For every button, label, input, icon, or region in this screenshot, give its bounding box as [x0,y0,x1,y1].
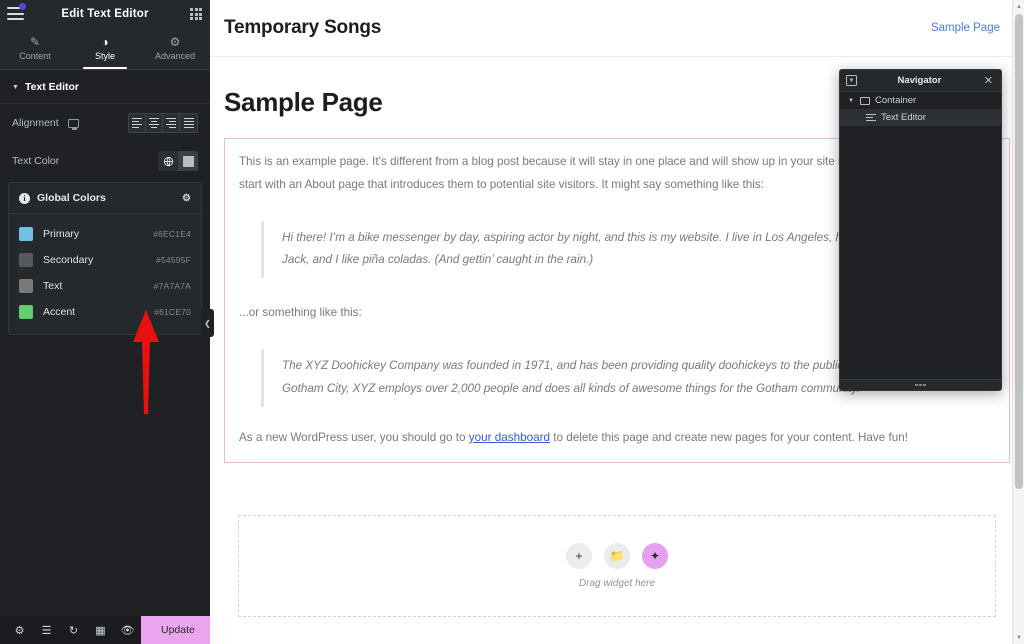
chevron-down-icon[interactable]: ▼ [848,98,855,104]
panel-collapse-button[interactable]: ❮ [201,309,214,337]
globe-icon[interactable] [158,151,178,171]
color-name: Primary [43,228,80,240]
desktop-icon[interactable] [67,118,79,130]
color-hex: #6EC1E4 [153,229,191,239]
gear-icon: ⚙ [169,34,181,49]
navigator-resize-handle[interactable] [840,379,1001,390]
align-right-button[interactable] [163,114,180,132]
color-chip [19,279,33,293]
tab-advanced[interactable]: ⚙ Advanced [140,27,210,69]
ai-sparkle-button[interactable]: ✦ [642,542,668,569]
color-hex: #54595F [156,255,191,265]
tab-style-label: Style [94,50,115,61]
panel-title: Edit Text Editor [61,7,149,20]
nav-item-text-editor-label: Text Editor [881,112,926,123]
settings-icon[interactable]: ⚙ [6,616,33,644]
color-name: Secondary [43,254,94,266]
drag-widget-dropzone[interactable]: + 📁 ✦ Drag widget here [238,514,996,617]
grip-icon [915,383,926,387]
tab-content[interactable]: ✎ Content [0,27,70,69]
grid-icon[interactable] [190,8,202,20]
info-icon[interactable]: i [19,192,30,204]
red-up-arrow-annotation [133,310,159,414]
nav-item-container[interactable]: ▼ Container [840,92,1001,109]
update-button[interactable]: Update [141,616,215,644]
responsive-icon[interactable]: ▦ [87,616,114,644]
color-chip [19,253,33,267]
close-icon[interactable]: ✕ [982,74,995,87]
canvas-scrollbar[interactable]: ▲ ▼ [1012,0,1024,644]
last-paragraph-after: to delete this page and create new pages… [550,430,908,444]
nav-item-text-editor[interactable]: Text Editor [840,109,1001,126]
layers-icon[interactable]: ☰ [33,616,60,644]
text-color-label: Text Color [12,155,60,167]
container-icon [860,96,870,105]
dock-icon[interactable]: ▼ [846,75,857,86]
global-color-secondary[interactable]: Secondary #54595F [9,247,201,273]
color-swatch [182,155,194,167]
history-icon[interactable]: ↻ [60,616,87,644]
last-paragraph-before: As a new WordPress user, you should go t… [239,430,469,444]
dropzone-caption: Drag widget here [578,577,656,589]
folder-icon-button[interactable]: 📁 [604,542,630,569]
section-title: Text Editor [24,81,79,93]
color-button-group [158,151,198,171]
widget-last-paragraph: As a new WordPress user, you should go t… [239,431,995,444]
color-chip [19,227,33,241]
nav-item-container-label: Container [875,95,917,106]
global-color-primary[interactable]: Primary #6EC1E4 [9,221,201,247]
panel-tabs: ✎ Content ◑ Style ⚙ Advanced [0,27,210,70]
global-colors-title: Global Colors [37,192,106,204]
section-text-editor[interactable]: ▼ Text Editor [0,70,210,104]
global-colors-popover: i Global Colors ⚙ Primary #6EC1E4 Second… [8,182,202,335]
navigator-header: ▼ Navigator ✕ [840,70,1001,92]
text-editor-icon [866,114,876,121]
site-title: Temporary Songs [224,17,382,38]
dropzone-buttons: + 📁 ✦ [566,542,668,569]
color-name: Accent [43,306,76,318]
color-chip [19,305,33,319]
editor-panel: Edit Text Editor ✎ Content ◑ Style ⚙ Adv… [0,0,239,644]
tab-content-label: Content [19,50,51,61]
tab-advanced-label: Advanced [154,50,196,61]
elementor-editor: Edit Text Editor ✎ Content ◑ Style ⚙ Adv… [0,0,1024,644]
footer-icon-group: ⚙ ☰ ↻ ▦ 👁 [0,616,141,644]
alignment-control: Alignment [0,104,210,142]
dashboard-link[interactable]: your dashboard [469,431,550,444]
contrast-icon: ◑ [101,34,109,49]
align-center-button[interactable] [146,114,163,132]
global-color-text[interactable]: Text #7A7A7A [9,273,201,299]
navigator-title: Navigator [897,75,942,86]
tab-style[interactable]: ◑ Style [70,27,140,69]
align-left-button[interactable] [129,114,146,132]
navigator-panel: ▼ Navigator ✕ ▼ Container Text Editor [839,69,1002,391]
color-swatch-button[interactable] [178,151,198,171]
color-name: Text [43,280,63,292]
panel-header: Edit Text Editor [0,0,210,27]
scroll-down-icon[interactable]: ▼ [1013,631,1024,644]
text-color-control: Text Color [0,142,210,180]
chevron-down-icon: ▼ [12,83,19,91]
navigator-tree: ▼ Container Text Editor [840,92,1001,379]
pencil-icon: ✎ [29,34,41,49]
gear-icon[interactable]: ⚙ [182,193,191,204]
preview-icon[interactable]: 👁 [114,616,141,644]
scrollbar-thumb[interactable] [1015,14,1023,489]
panel-footer: ⚙ ☰ ↻ ▦ 👁 Update ▲ [0,616,239,644]
site-header: Temporary Songs Sample Page [210,0,1024,57]
scroll-up-icon[interactable]: ▲ [1013,0,1024,13]
nav-link-sample-page[interactable]: Sample Page [931,22,1000,34]
color-hex: #7A7A7A [153,281,191,291]
global-colors-list: Primary #6EC1E4 Secondary #54595F Text #… [9,214,201,334]
add-widget-button[interactable]: + [566,542,592,569]
align-justify-button[interactable] [180,114,197,132]
global-colors-header: i Global Colors ⚙ [9,183,201,214]
notification-dot [19,3,26,10]
global-color-accent[interactable]: Accent #61CE70 [9,299,201,325]
alignment-label: Alignment [12,117,59,129]
alignment-button-group [128,113,198,133]
